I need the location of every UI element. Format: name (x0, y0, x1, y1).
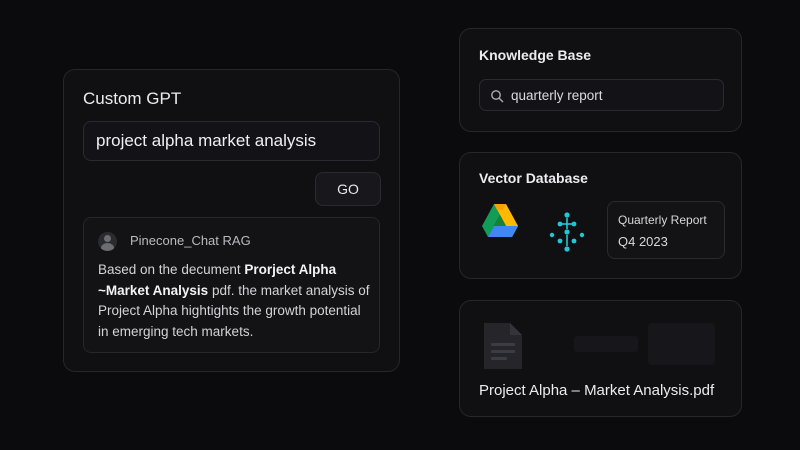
search-value: quarterly report (511, 88, 603, 103)
custom-gpt-panel: Custom GPT project alpha market analysis… (63, 69, 400, 372)
document-filename: Project Alpha – Market Analysis.pdf (479, 382, 715, 399)
prompt-input[interactable]: project alpha market analysis (83, 121, 380, 161)
report-period: Q4 2023 (618, 234, 668, 249)
knowledge-base-search-input[interactable]: quarterly report (479, 79, 724, 111)
report-card[interactable]: Quarterly Report Q4 2023 (607, 201, 725, 259)
avatar-icon (98, 232, 117, 251)
answer-doc-subtitle: ~Market Analysis (98, 282, 209, 298)
report-name: Quarterly Report (618, 213, 707, 227)
vector-database-panel: Vector Database Quarterly Report Q4 2023 (459, 152, 742, 279)
preview-placeholder (648, 323, 715, 365)
answer-source: Pinecone_Chat RAG (130, 233, 251, 248)
panel-title: Knowledge Base (479, 47, 592, 63)
panel-title: Custom GPT (83, 89, 182, 108)
answer-card: Pinecone_Chat RAG Based on the decument … (83, 217, 380, 353)
document-panel[interactable]: Project Alpha – Market Analysis.pdf (459, 300, 742, 417)
search-icon (491, 90, 504, 103)
google-drive-icon[interactable] (481, 203, 519, 239)
answer-text: Based on the decument Prorject Alpha ~Mar… (98, 260, 370, 342)
pinecone-icon[interactable] (546, 211, 588, 257)
answer-doc-name: Prorject Alpha (244, 262, 337, 277)
preview-placeholder (574, 336, 638, 352)
answer-text-part: Based on the decument (98, 262, 245, 277)
panel-title: Vector Database (479, 170, 588, 186)
go-button[interactable]: GO (315, 172, 381, 206)
document-icon (484, 323, 522, 369)
knowledge-base-panel: Knowledge Base quarterly report (459, 28, 742, 132)
